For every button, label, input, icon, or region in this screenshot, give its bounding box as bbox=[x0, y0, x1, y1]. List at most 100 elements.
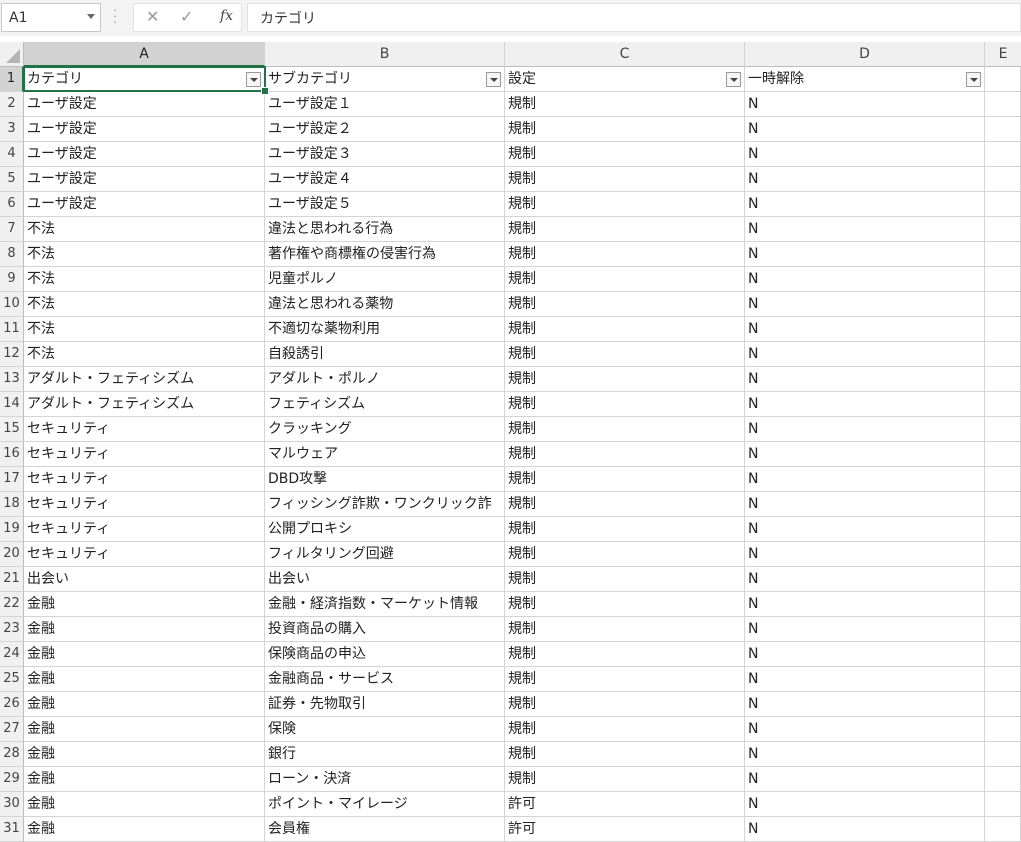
cell-temporary-release[interactable]: N bbox=[745, 117, 985, 142]
cell-subcategory[interactable]: ユーザ設定１ bbox=[265, 92, 505, 117]
cell-subcategory[interactable]: 違法と思われる行為 bbox=[265, 217, 505, 242]
row-number[interactable]: 23 bbox=[0, 617, 24, 642]
cell-setting[interactable]: 許可 bbox=[505, 817, 745, 842]
cell-subcategory[interactable]: フェティシズム bbox=[265, 392, 505, 417]
row-number[interactable]: 21 bbox=[0, 567, 24, 592]
select-all-button[interactable] bbox=[0, 42, 24, 67]
row-number[interactable]: 24 bbox=[0, 642, 24, 667]
cell-subcategory[interactable]: フィッシング詐欺・ワンクリック詐 bbox=[265, 492, 505, 517]
cell-subcategory[interactable]: アダルト・ポルノ bbox=[265, 367, 505, 392]
cancel-icon[interactable]: ✕ bbox=[146, 7, 159, 26]
chevron-down-icon[interactable] bbox=[87, 14, 95, 19]
cell-category[interactable]: 金融 bbox=[24, 642, 265, 667]
row-number[interactable]: 6 bbox=[0, 192, 24, 217]
row-number[interactable]: 7 bbox=[0, 217, 24, 242]
cell-subcategory[interactable]: 銀行 bbox=[265, 742, 505, 767]
cell-temporary-release[interactable]: N bbox=[745, 392, 985, 417]
empty-cell[interactable] bbox=[985, 317, 1021, 342]
cell-setting[interactable]: 許可 bbox=[505, 792, 745, 817]
cell-category[interactable]: セキュリティ bbox=[24, 417, 265, 442]
header-cell-temporary-release[interactable]: 一時解除 bbox=[745, 67, 985, 92]
cell-setting[interactable]: 規制 bbox=[505, 742, 745, 767]
empty-cell[interactable] bbox=[985, 392, 1021, 417]
column-header-c[interactable]: C bbox=[505, 42, 745, 67]
cell-subcategory[interactable]: DBD攻撃 bbox=[265, 467, 505, 492]
row-number[interactable]: 12 bbox=[0, 342, 24, 367]
cell-category[interactable]: ユーザ設定 bbox=[24, 142, 265, 167]
cell-category[interactable]: 不法 bbox=[24, 242, 265, 267]
cell-temporary-release[interactable]: N bbox=[745, 217, 985, 242]
column-header-b[interactable]: B bbox=[265, 42, 505, 67]
cell-temporary-release[interactable]: N bbox=[745, 767, 985, 792]
row-number[interactable]: 30 bbox=[0, 792, 24, 817]
empty-cell[interactable] bbox=[985, 742, 1021, 767]
header-cell-subcategory[interactable]: サブカテゴリ bbox=[265, 67, 505, 92]
cell-category[interactable]: セキュリティ bbox=[24, 492, 265, 517]
cell-subcategory[interactable]: 会員権 bbox=[265, 817, 505, 842]
cell-category[interactable]: セキュリティ bbox=[24, 467, 265, 492]
cell-subcategory[interactable]: ローン・決済 bbox=[265, 767, 505, 792]
cell-subcategory[interactable]: 金融商品・サービス bbox=[265, 667, 505, 692]
cell-category[interactable]: 金融 bbox=[24, 667, 265, 692]
header-cell-setting[interactable]: 設定 bbox=[505, 67, 745, 92]
row-number[interactable]: 16 bbox=[0, 442, 24, 467]
cell-category[interactable]: アダルト・フェティシズム bbox=[24, 392, 265, 417]
formula-input[interactable]: カテゴリ bbox=[247, 3, 1021, 32]
fill-handle[interactable] bbox=[261, 87, 269, 95]
cell-setting[interactable]: 規制 bbox=[505, 692, 745, 717]
cell-temporary-release[interactable]: N bbox=[745, 542, 985, 567]
column-header-a[interactable]: A bbox=[24, 42, 265, 67]
cell-temporary-release[interactable]: N bbox=[745, 617, 985, 642]
cell-subcategory[interactable]: 著作権や商標権の侵害行為 bbox=[265, 242, 505, 267]
cell-setting[interactable]: 規制 bbox=[505, 592, 745, 617]
empty-cell[interactable] bbox=[985, 642, 1021, 667]
empty-cell[interactable] bbox=[985, 292, 1021, 317]
row-number[interactable]: 14 bbox=[0, 392, 24, 417]
row-number[interactable]: 28 bbox=[0, 742, 24, 767]
cell-category[interactable]: 金融 bbox=[24, 742, 265, 767]
cell-subcategory[interactable]: ユーザ設定３ bbox=[265, 142, 505, 167]
cell-temporary-release[interactable]: N bbox=[745, 342, 985, 367]
column-header-e[interactable]: E bbox=[985, 42, 1021, 67]
empty-cell[interactable] bbox=[985, 767, 1021, 792]
empty-cell[interactable] bbox=[985, 217, 1021, 242]
cell-temporary-release[interactable]: N bbox=[745, 92, 985, 117]
cell-subcategory[interactable]: ユーザ設定２ bbox=[265, 117, 505, 142]
cell-temporary-release[interactable]: N bbox=[745, 692, 985, 717]
row-number[interactable]: 8 bbox=[0, 242, 24, 267]
cell-setting[interactable]: 規制 bbox=[505, 617, 745, 642]
cell-subcategory[interactable]: クラッキング bbox=[265, 417, 505, 442]
cell-category[interactable]: 不法 bbox=[24, 342, 265, 367]
cell-subcategory[interactable]: フィルタリング回避 bbox=[265, 542, 505, 567]
empty-cell[interactable] bbox=[985, 467, 1021, 492]
empty-cell[interactable] bbox=[985, 117, 1021, 142]
cell-category[interactable]: ユーザ設定 bbox=[24, 92, 265, 117]
cell-setting[interactable]: 規制 bbox=[505, 292, 745, 317]
cell-setting[interactable]: 規制 bbox=[505, 317, 745, 342]
cell-category[interactable]: 金融 bbox=[24, 617, 265, 642]
cell-subcategory[interactable]: 投資商品の購入 bbox=[265, 617, 505, 642]
row-number[interactable]: 2 bbox=[0, 92, 24, 117]
empty-cell[interactable] bbox=[985, 617, 1021, 642]
empty-cell[interactable] bbox=[985, 567, 1021, 592]
row-number[interactable]: 29 bbox=[0, 767, 24, 792]
cell-category[interactable]: セキュリティ bbox=[24, 542, 265, 567]
cell-temporary-release[interactable]: N bbox=[745, 192, 985, 217]
cell-category[interactable]: ユーザ設定 bbox=[24, 192, 265, 217]
empty-cell[interactable] bbox=[985, 517, 1021, 542]
cell-setting[interactable]: 規制 bbox=[505, 717, 745, 742]
filter-dropdown-icon[interactable] bbox=[246, 72, 261, 87]
empty-cell[interactable] bbox=[985, 67, 1021, 92]
cell-category[interactable]: 金融 bbox=[24, 692, 265, 717]
cell-setting[interactable]: 規制 bbox=[505, 267, 745, 292]
row-number[interactable]: 10 bbox=[0, 292, 24, 317]
cell-temporary-release[interactable]: N bbox=[745, 592, 985, 617]
cell-setting[interactable]: 規制 bbox=[505, 517, 745, 542]
cell-temporary-release[interactable]: N bbox=[745, 167, 985, 192]
row-number[interactable]: 11 bbox=[0, 317, 24, 342]
empty-cell[interactable] bbox=[985, 692, 1021, 717]
cell-setting[interactable]: 規制 bbox=[505, 492, 745, 517]
cell-temporary-release[interactable]: N bbox=[745, 567, 985, 592]
cell-setting[interactable]: 規制 bbox=[505, 117, 745, 142]
cell-subcategory[interactable]: マルウェア bbox=[265, 442, 505, 467]
